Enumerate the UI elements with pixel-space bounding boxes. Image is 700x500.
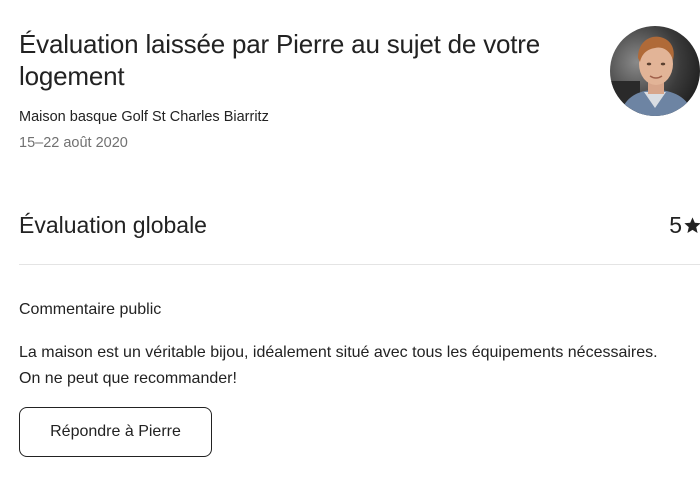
section-divider (19, 264, 700, 265)
public-comment-heading: Commentaire public (19, 301, 162, 318)
page-title: Évaluation laissée par Pierre au sujet d… (19, 29, 541, 91)
overall-rating-value: 5 (669, 212, 682, 238)
overall-rating-row: Évaluation globale 5 (19, 208, 700, 242)
avatar[interactable] (610, 26, 700, 116)
avatar-photo-icon (610, 26, 700, 116)
review-header: Évaluation laissée par Pierre au sujet d… (19, 28, 579, 153)
listing-name: Maison basque Golf St Charles Biarritz (19, 109, 269, 125)
public-comment-text: La maison est un véritable bijou, idéale… (19, 344, 658, 387)
overall-rating-label: Évaluation globale (19, 212, 207, 238)
star-icon (684, 217, 700, 233)
stay-dates: 15–22 août 2020 (19, 135, 128, 151)
reply-button[interactable]: Répondre à Pierre (19, 407, 212, 457)
